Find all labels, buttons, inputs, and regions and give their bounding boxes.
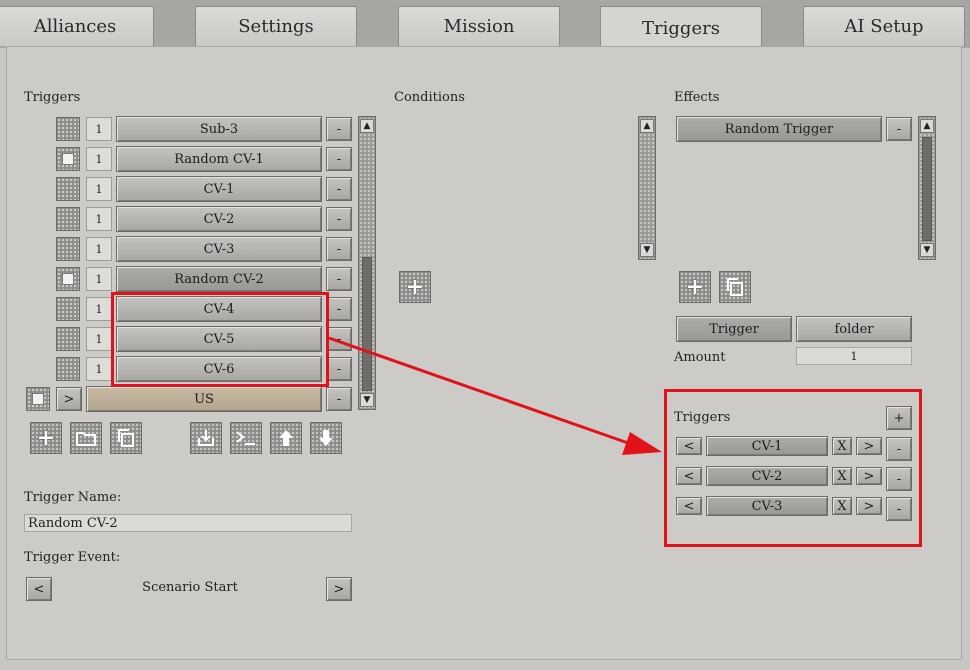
annotation-arrow — [328, 336, 662, 455]
